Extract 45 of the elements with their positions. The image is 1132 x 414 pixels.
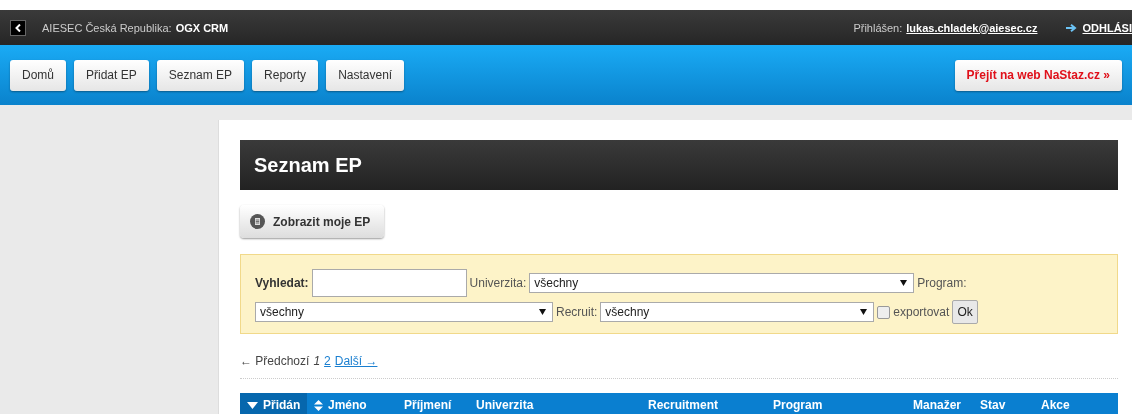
arrow-icon	[1065, 23, 1077, 32]
chevron-left-icon	[15, 23, 21, 32]
column-header[interactable]: Stav	[973, 393, 1034, 414]
column-header[interactable]: Akce	[1034, 393, 1118, 414]
next-link[interactable]: Další →	[334, 354, 378, 368]
logout-link[interactable]: ODHLÁSI	[1082, 21, 1132, 34]
program-select[interactable]: všechny	[255, 302, 553, 322]
recruit-label: Recruit:	[556, 305, 598, 319]
column-header[interactable]: Univerzita	[469, 393, 641, 414]
caret-icon	[539, 309, 546, 315]
column-header[interactable]: Manažer	[906, 393, 973, 414]
nav-button[interactable]: Nastavení	[326, 59, 405, 91]
sort-icon	[314, 399, 323, 411]
page-title: Seznam EP	[240, 140, 1118, 190]
login-label: Přihlášen:	[853, 21, 903, 34]
sort-descending-icon	[247, 401, 258, 409]
page-link[interactable]: 2	[324, 354, 331, 368]
column-header[interactable]: Recruitment	[641, 393, 766, 414]
page-link[interactable]: 1	[313, 354, 321, 368]
ok-button[interactable]: Ok	[952, 300, 978, 324]
university-select[interactable]: všechny	[529, 273, 915, 293]
recruit-select[interactable]: všechny	[600, 302, 875, 322]
export-checkbox[interactable]	[877, 305, 891, 319]
nav-button[interactable]: Reporty	[252, 59, 319, 91]
university-label: Univerzita:	[469, 276, 527, 290]
column-header[interactable]: Jméno	[307, 393, 397, 414]
caret-icon	[900, 280, 908, 286]
nav-button[interactable]: Seznam EP	[156, 59, 245, 91]
app-name: OGX CRM	[175, 21, 229, 34]
export-label: exportovat	[893, 305, 950, 319]
external-site-button[interactable]: Přejít na web NaStaz.cz »	[954, 59, 1122, 91]
back-button[interactable]	[10, 19, 26, 36]
document-icon	[250, 214, 265, 229]
column-header[interactable]: Program	[766, 393, 906, 414]
organization-name: AIESEC Česká Republika:	[42, 21, 172, 34]
program-label: Program:	[917, 276, 967, 290]
user-link[interactable]: lukas.chladek@aiesec.cz	[906, 21, 1038, 34]
my-ep-button[interactable]: Zobrazit moje EP	[240, 205, 385, 238]
caret-icon	[860, 309, 868, 315]
column-header[interactable]: Přidán	[240, 393, 307, 414]
column-header[interactable]: Příjmení	[397, 393, 469, 414]
search-field[interactable]	[311, 269, 467, 297]
nav-button[interactable]: Domů	[10, 59, 66, 91]
search-label: Vyhledat:	[255, 276, 309, 290]
nav-button[interactable]: Přidat EP	[74, 59, 149, 91]
